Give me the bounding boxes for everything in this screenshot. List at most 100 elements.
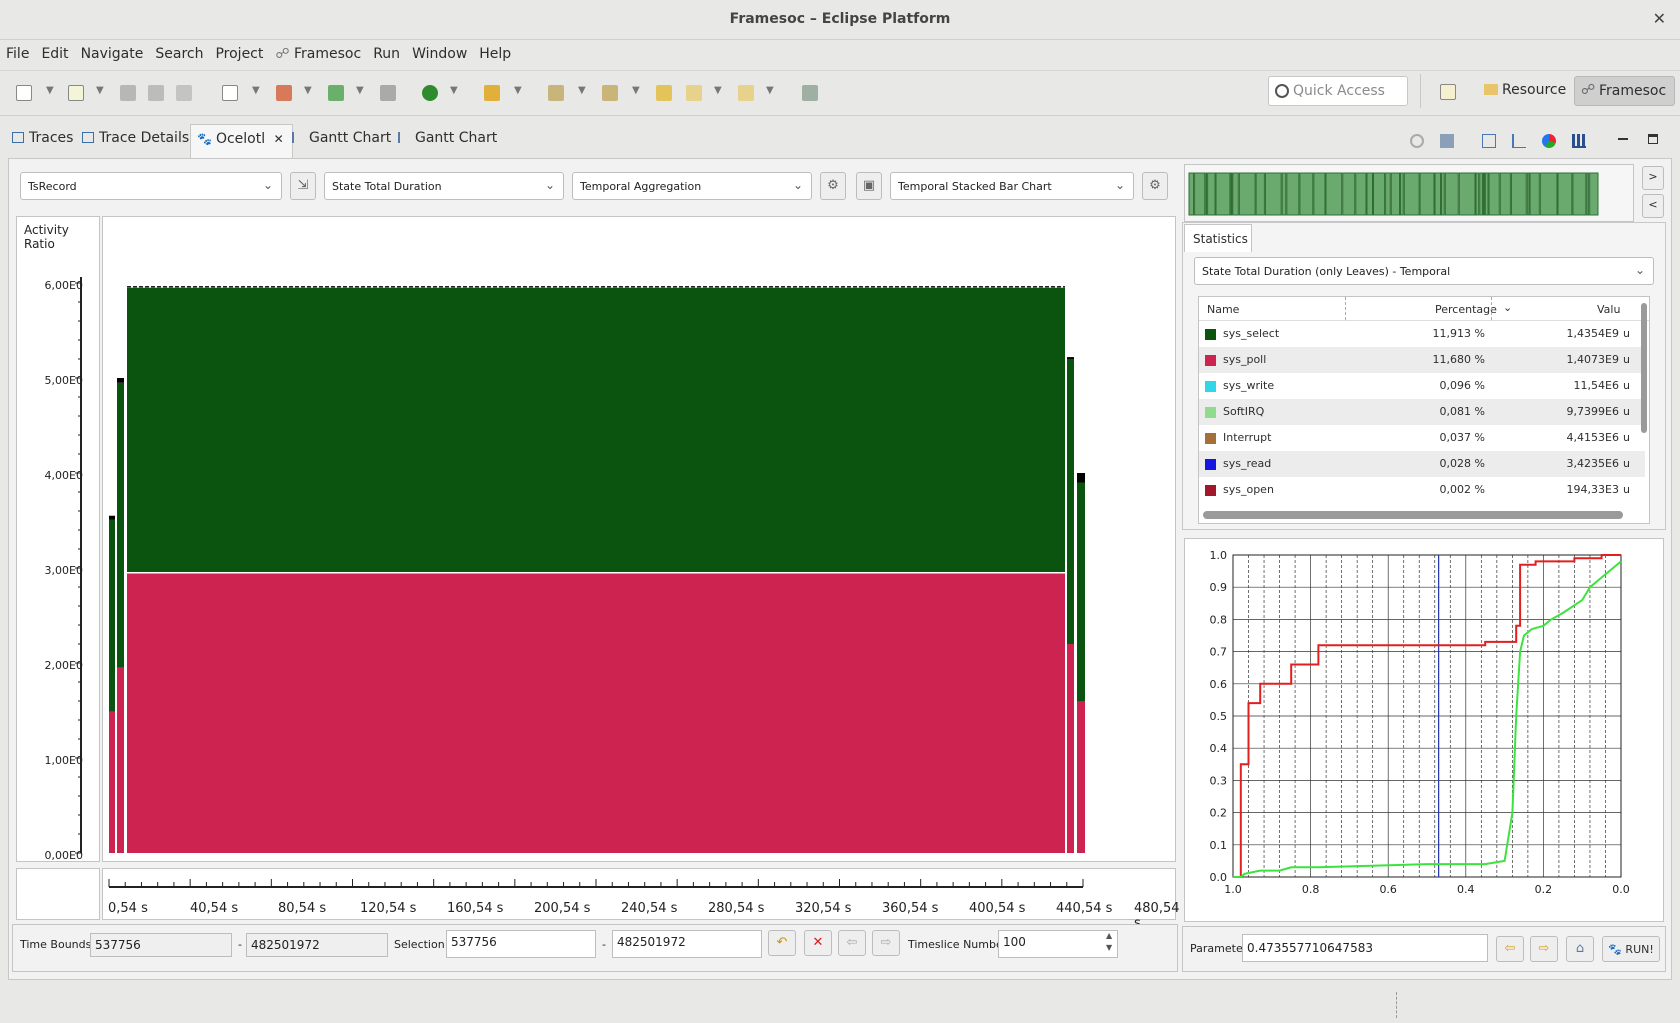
horizontal-scrollbar[interactable] bbox=[1203, 511, 1623, 519]
menu-project[interactable]: Project bbox=[215, 46, 263, 62]
new-folder-icon[interactable] bbox=[68, 85, 84, 101]
menu-edit[interactable]: Edit bbox=[41, 46, 68, 62]
back-icon[interactable] bbox=[686, 85, 702, 101]
table-view-icon[interactable] bbox=[1482, 134, 1496, 148]
table-row[interactable]: sys_poll 11,680 % 1,4073E9 u bbox=[1199, 347, 1645, 373]
metric-select[interactable]: State Total Duration ⌄ bbox=[324, 172, 564, 200]
menu-window[interactable]: Window bbox=[412, 46, 467, 62]
tab-close-icon[interactable]: ✕ bbox=[274, 132, 284, 146]
wizard-icon[interactable] bbox=[276, 85, 292, 101]
save-icon[interactable] bbox=[120, 85, 136, 101]
chevron-down-icon[interactable]: ▼ bbox=[714, 85, 722, 96]
bar-chart-icon[interactable] bbox=[1572, 134, 1586, 148]
selection-end-field[interactable]: 482501972 bbox=[612, 930, 762, 958]
parameter-input[interactable]: 0.473557710647583 bbox=[1242, 934, 1488, 962]
chevron-down-icon[interactable]: ▼ bbox=[304, 85, 312, 96]
overview-bar bbox=[1419, 172, 1435, 216]
menu-file[interactable]: File bbox=[6, 46, 29, 62]
table-row[interactable]: SoftIRQ 0,081 % 9,7399E6 u bbox=[1199, 399, 1645, 425]
next-annotation-icon[interactable] bbox=[548, 85, 564, 101]
aggregation-select[interactable]: Temporal Aggregation ⌄ bbox=[572, 172, 812, 200]
import-icon[interactable] bbox=[328, 85, 344, 101]
aggregation-settings-button[interactable]: ⚙ bbox=[820, 172, 846, 200]
tab-ocelotl[interactable]: 🐾 Ocelotl ✕ bbox=[190, 124, 293, 158]
tab-trace-details[interactable]: Trace Details bbox=[82, 130, 189, 146]
menu-framesoc[interactable]: ☍ Framesoc bbox=[275, 46, 361, 62]
visualization-settings-button[interactable]: ⚙ bbox=[1142, 172, 1168, 200]
chevron-down-icon[interactable]: ▼ bbox=[356, 85, 364, 96]
bar-segment bbox=[109, 515, 115, 520]
table-row[interactable]: sys_write 0,096 % 11,54E6 u bbox=[1199, 373, 1645, 399]
tab-gantt-chart-2[interactable]: Gantt Chart bbox=[398, 130, 497, 146]
timeslice-number-input[interactable]: 100 bbox=[998, 930, 1118, 958]
perspective-resource-button[interactable]: Resource bbox=[1478, 76, 1574, 106]
table-row[interactable]: Interrupt 0,037 % 4,4153E6 u bbox=[1199, 425, 1645, 451]
window-close-button[interactable]: ✕ bbox=[1653, 9, 1666, 28]
reset-selection-button[interactable]: ✕ bbox=[804, 930, 832, 956]
pie-chart-icon[interactable] bbox=[1542, 134, 1556, 148]
menu-search[interactable]: Search bbox=[155, 46, 203, 62]
new-file-icon[interactable] bbox=[222, 85, 238, 101]
chevron-down-icon[interactable]: ▼ bbox=[766, 85, 774, 96]
chevron-down-icon[interactable]: ▼ bbox=[578, 85, 586, 96]
save-view-icon[interactable] bbox=[1440, 134, 1454, 148]
home-button[interactable]: ⌂ bbox=[1566, 936, 1594, 962]
vertical-scrollbar[interactable] bbox=[1641, 303, 1647, 433]
overview-strip[interactable] bbox=[1184, 164, 1634, 222]
statistics-selector[interactable]: State Total Duration (only Leaves) - Tem… bbox=[1194, 257, 1654, 285]
chevron-down-icon[interactable]: ▼ bbox=[252, 85, 260, 96]
trace-select[interactable]: TsRecord ⌄ bbox=[20, 172, 282, 200]
maximize-icon[interactable] bbox=[1648, 134, 1658, 144]
quick-access-field[interactable]: Quick Access bbox=[1268, 76, 1408, 106]
column-header-value[interactable]: Valu bbox=[1597, 303, 1620, 316]
tab-statistics[interactable]: Statistics bbox=[1184, 224, 1252, 252]
parameter-increase-button[interactable]: ⇨ bbox=[1530, 936, 1558, 962]
tab-traces[interactable]: Traces bbox=[12, 130, 73, 146]
tab-ocelotl-label: Ocelotl bbox=[215, 131, 266, 147]
bar-segment bbox=[117, 378, 124, 383]
pen-icon[interactable] bbox=[484, 85, 500, 101]
new-icon[interactable] bbox=[16, 85, 32, 101]
save-aggregation-button[interactable]: ▣ bbox=[856, 172, 882, 200]
table-row[interactable]: sys_select 11,913 % 1,4354E9 u bbox=[1199, 321, 1645, 347]
spinner-arrows-icon[interactable]: ▲ ▼ bbox=[1106, 930, 1112, 954]
menu-help[interactable]: Help bbox=[479, 46, 511, 62]
chevron-down-icon[interactable]: ▼ bbox=[46, 85, 54, 96]
previous-annotation-icon[interactable] bbox=[602, 85, 618, 101]
perspective-framesoc-button[interactable]: ☍ Framesoc bbox=[1574, 76, 1676, 106]
minimize-icon[interactable] bbox=[1618, 138, 1628, 140]
run-icon[interactable] bbox=[422, 85, 438, 101]
tab-gantt-chart-1[interactable]: Gantt Chart bbox=[292, 130, 391, 146]
run-button[interactable]: 🐾 RUN! bbox=[1602, 936, 1660, 962]
selection-start-field[interactable]: 537756 bbox=[446, 930, 596, 958]
open-perspective-icon[interactable] bbox=[1440, 84, 1456, 100]
previous-timeslice-button[interactable]: ⇦ bbox=[838, 930, 866, 956]
column-header-percentage[interactable]: Percentage bbox=[1435, 303, 1497, 316]
forward-icon[interactable] bbox=[738, 85, 754, 101]
chevron-down-icon[interactable]: ▼ bbox=[96, 85, 104, 96]
chevron-down-icon[interactable]: ▼ bbox=[450, 85, 458, 96]
menu-run[interactable]: Run bbox=[373, 46, 400, 62]
visualization-select[interactable]: Temporal Stacked Bar Chart ⌄ bbox=[890, 172, 1134, 200]
save-all-icon[interactable] bbox=[148, 85, 164, 101]
print-icon[interactable] bbox=[176, 85, 192, 101]
chevron-down-icon[interactable]: ▼ bbox=[632, 85, 640, 96]
stacked-bar-chart[interactable] bbox=[102, 216, 1176, 862]
last-edit-icon[interactable] bbox=[656, 85, 672, 101]
settings-view-icon[interactable] bbox=[1410, 134, 1424, 148]
apply-selection-button[interactable]: ↶ bbox=[768, 930, 796, 956]
overview-next-button[interactable]: > bbox=[1642, 166, 1664, 190]
chevron-down-icon[interactable]: ▼ bbox=[514, 85, 522, 96]
column-header-name[interactable]: Name bbox=[1207, 303, 1239, 316]
table-row[interactable]: sys_open 0,002 % 194,33E3 u bbox=[1199, 477, 1645, 503]
menu-navigate[interactable]: Navigate bbox=[81, 46, 144, 62]
load-trace-button[interactable]: ⇲ bbox=[290, 172, 316, 200]
parameter-decrease-button[interactable]: ⇦ bbox=[1496, 936, 1524, 962]
list-view-icon[interactable] bbox=[1512, 134, 1526, 148]
table-row[interactable]: sys_read 0,028 % 3,4235E6 u bbox=[1199, 451, 1645, 477]
next-timeslice-button[interactable]: ⇨ bbox=[872, 930, 900, 956]
export-icon[interactable] bbox=[380, 85, 396, 101]
pin-icon[interactable] bbox=[802, 85, 818, 101]
overview-prev-button[interactable]: < bbox=[1642, 194, 1664, 218]
parameter-curve-chart[interactable]: 1.0 0.9 0.8 0.7 0.6 0.5 0.4 0.3 0.2 0.1 0.0 1.0 0.8 0… bbox=[1184, 538, 1664, 922]
